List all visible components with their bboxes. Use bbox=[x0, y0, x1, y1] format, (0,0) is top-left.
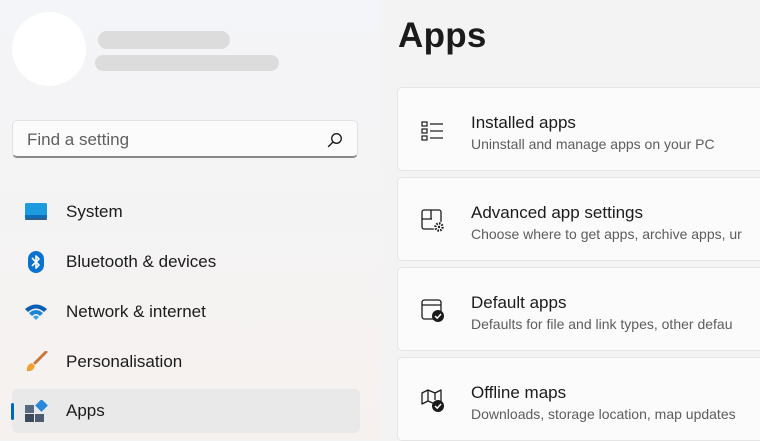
card-title: Offline maps bbox=[471, 383, 567, 402]
default-apps-icon bbox=[421, 299, 444, 322]
wifi-icon bbox=[25, 304, 47, 320]
list-icon bbox=[421, 121, 443, 141]
card-subtitle: Choose where to get apps, archive apps, … bbox=[471, 226, 742, 242]
card-subtitle: Defaults for file and link types, other … bbox=[471, 316, 733, 332]
brush-icon bbox=[26, 351, 48, 372]
sidebar-item-label: Bluetooth & devices bbox=[66, 252, 217, 271]
sidebar-item-label: Personalisation bbox=[66, 352, 183, 371]
card-title: Installed apps bbox=[471, 113, 576, 132]
card-subtitle: Uninstall and manage apps on your PC bbox=[471, 136, 715, 152]
sidebar-item-label: System bbox=[66, 202, 123, 221]
user-name-redacted bbox=[98, 31, 230, 49]
user-email-redacted bbox=[95, 55, 279, 71]
map-icon bbox=[421, 389, 444, 412]
main-content: Apps Installed apps Uninstall and manage… bbox=[380, 0, 760, 441]
sidebar-item-label: Network & internet bbox=[66, 302, 206, 321]
selection-indicator bbox=[11, 403, 14, 420]
card-default-apps[interactable]: Default apps Defaults for file and link … bbox=[397, 267, 760, 351]
bluetooth-icon bbox=[28, 251, 44, 273]
search-input[interactable] bbox=[25, 128, 319, 152]
card-subtitle: Downloads, storage location, map updates bbox=[471, 406, 736, 422]
card-advanced-app-settings[interactable]: Advanced app settings Choose where to ge… bbox=[397, 177, 760, 261]
sidebar-item-apps[interactable]: Apps bbox=[11, 389, 360, 433]
card-title: Advanced app settings bbox=[471, 203, 644, 222]
card-offline-maps[interactable]: Offline maps Downloads, storage location… bbox=[397, 357, 760, 441]
sidebar-item-bluetooth-devices[interactable]: Bluetooth & devices bbox=[12, 240, 360, 284]
avatar[interactable] bbox=[12, 12, 86, 86]
card-title: Default apps bbox=[471, 293, 567, 312]
sidebar-item-personalisation[interactable]: Personalisation bbox=[12, 340, 360, 384]
sidebar: System Bluetooth & devices Network & int… bbox=[0, 0, 380, 440]
sidebar-item-label: Apps bbox=[66, 401, 105, 420]
card-installed-apps[interactable]: Installed apps Uninstall and manage apps… bbox=[397, 87, 760, 171]
sidebar-item-network-internet[interactable]: Network & internet bbox=[12, 290, 360, 334]
search-icon[interactable] bbox=[327, 132, 343, 148]
apps-icon bbox=[25, 400, 48, 422]
search-box[interactable] bbox=[12, 120, 358, 158]
sidebar-item-system[interactable]: System bbox=[12, 190, 360, 234]
page-title: Apps bbox=[398, 16, 487, 55]
app-settings-icon bbox=[421, 209, 445, 233]
system-icon bbox=[25, 203, 47, 220]
